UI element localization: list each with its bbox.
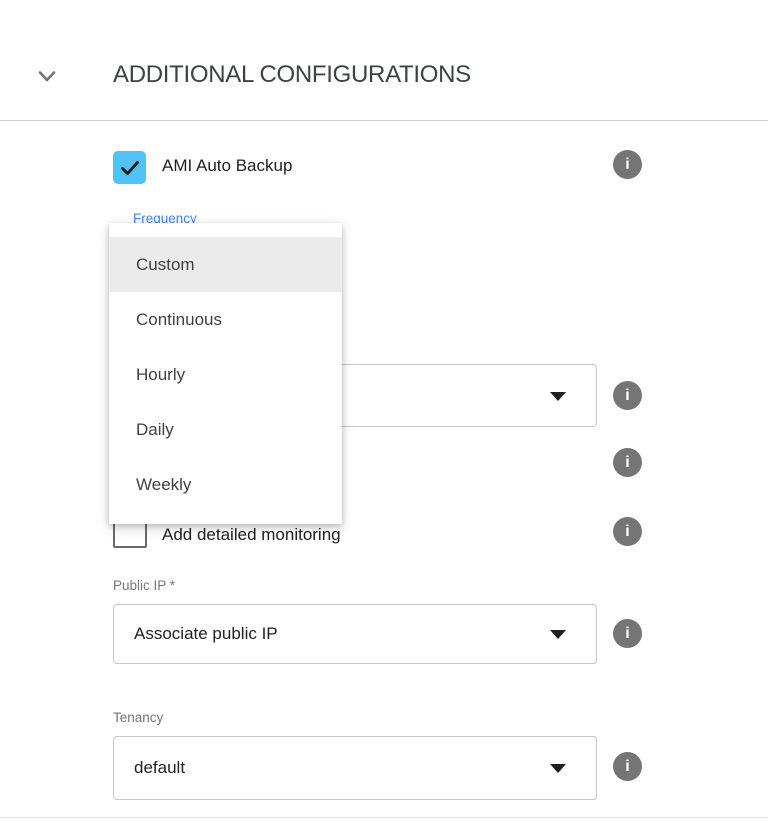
menu-item-hourly[interactable]: Hourly: [109, 347, 342, 402]
ami-auto-backup-info-icon[interactable]: i: [613, 150, 642, 179]
ami-auto-backup-label: AMI Auto Backup: [162, 156, 292, 176]
public-ip-select[interactable]: Associate public IP: [113, 604, 597, 664]
info-glyph: i: [625, 156, 629, 174]
info-glyph: i: [625, 523, 629, 541]
chevron-down-icon[interactable]: [35, 64, 59, 88]
menu-item-daily[interactable]: Daily: [109, 402, 342, 457]
detailed-monitoring-label: Add detailed monitoring: [162, 525, 341, 545]
checkmark-icon: [118, 156, 142, 180]
tenancy-info-icon[interactable]: i: [613, 752, 642, 781]
frequency-dropdown-menu: Custom Continuous Hourly Daily Weekly: [109, 223, 342, 524]
detailed-monitoring-info-icon[interactable]: i: [613, 517, 642, 546]
tenancy-label: Tenancy: [113, 710, 163, 725]
additional-configurations-panel: ADDITIONAL CONFIGURATIONS AMI Auto Backu…: [0, 0, 768, 831]
header-divider: [0, 120, 768, 121]
menu-item-weekly[interactable]: Weekly: [109, 457, 342, 512]
menu-item-continuous[interactable]: Continuous: [109, 292, 342, 347]
caret-down-icon: [550, 630, 566, 639]
public-ip-info-icon[interactable]: i: [613, 619, 642, 648]
hidden-row-info-icon[interactable]: i: [613, 448, 642, 477]
public-ip-value: Associate public IP: [134, 605, 278, 663]
frequency-info-icon[interactable]: i: [613, 381, 642, 410]
public-ip-label: Public IP *: [113, 578, 175, 593]
ami-auto-backup-checkbox[interactable]: [113, 151, 146, 184]
menu-item-custom[interactable]: Custom: [109, 237, 342, 292]
caret-down-icon: [550, 392, 566, 401]
info-glyph: i: [625, 387, 629, 405]
bottom-divider: [0, 817, 768, 818]
tenancy-value: default: [134, 737, 185, 799]
caret-down-icon: [550, 764, 566, 773]
info-glyph: i: [625, 625, 629, 643]
info-glyph: i: [625, 454, 629, 472]
section-title: ADDITIONAL CONFIGURATIONS: [113, 61, 471, 89]
info-glyph: i: [625, 758, 629, 776]
tenancy-select[interactable]: default: [113, 736, 597, 800]
